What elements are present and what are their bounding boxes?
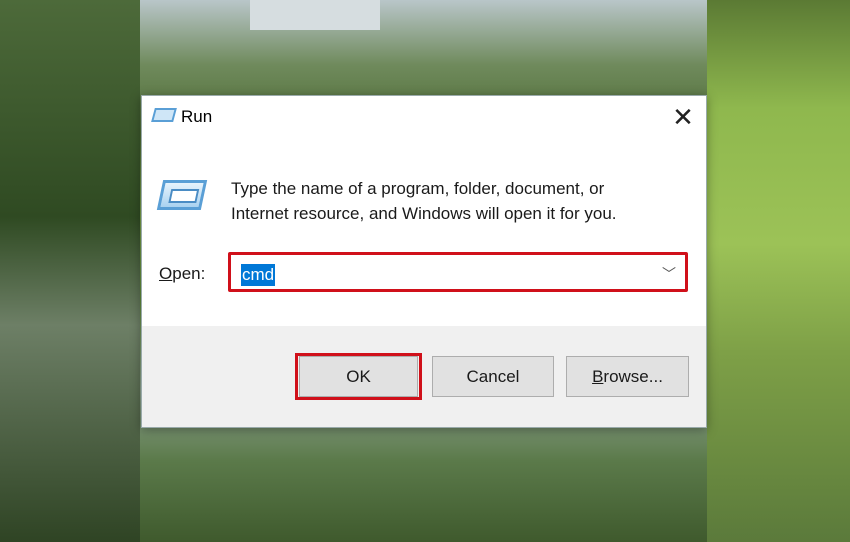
button-bar: OK Cancel Browse... (142, 326, 706, 427)
wallpaper-hillside (707, 0, 850, 542)
open-input[interactable]: cmd ﹀ (234, 258, 682, 286)
description: Type the name of a program, folder, docu… (231, 176, 617, 226)
browse-button[interactable]: Browse... (566, 356, 689, 397)
open-label-accel: O (159, 264, 173, 283)
dialog-title: Run (181, 107, 213, 126)
browse-label: rowse... (603, 367, 663, 386)
browse-accel: B (592, 367, 604, 386)
title-bar[interactable]: Run ✕ (142, 96, 706, 139)
wallpaper-tree-area (0, 0, 140, 542)
close-button[interactable]: ✕ (668, 102, 698, 132)
ok-button[interactable]: OK (299, 356, 418, 397)
description-line: Type the name of a program, folder, docu… (231, 179, 605, 198)
close-icon: ✕ (672, 102, 694, 132)
open-label-text: pen: (172, 264, 206, 283)
run-icon (151, 108, 177, 122)
run-dialog: Run ✕ Type the name of a program, folder… (141, 95, 707, 428)
open-input-highlight: cmd ﹀ (228, 252, 688, 292)
cancel-button[interactable]: Cancel (432, 356, 554, 397)
description-line: Internet resource, and Windows will open… (231, 204, 617, 223)
open-label: Open: (159, 264, 205, 284)
wallpaper-sky (250, 0, 380, 30)
chevron-down-icon[interactable]: ﹀ (662, 264, 676, 284)
run-program-icon (156, 180, 208, 210)
open-input-value[interactable]: cmd (241, 264, 276, 286)
